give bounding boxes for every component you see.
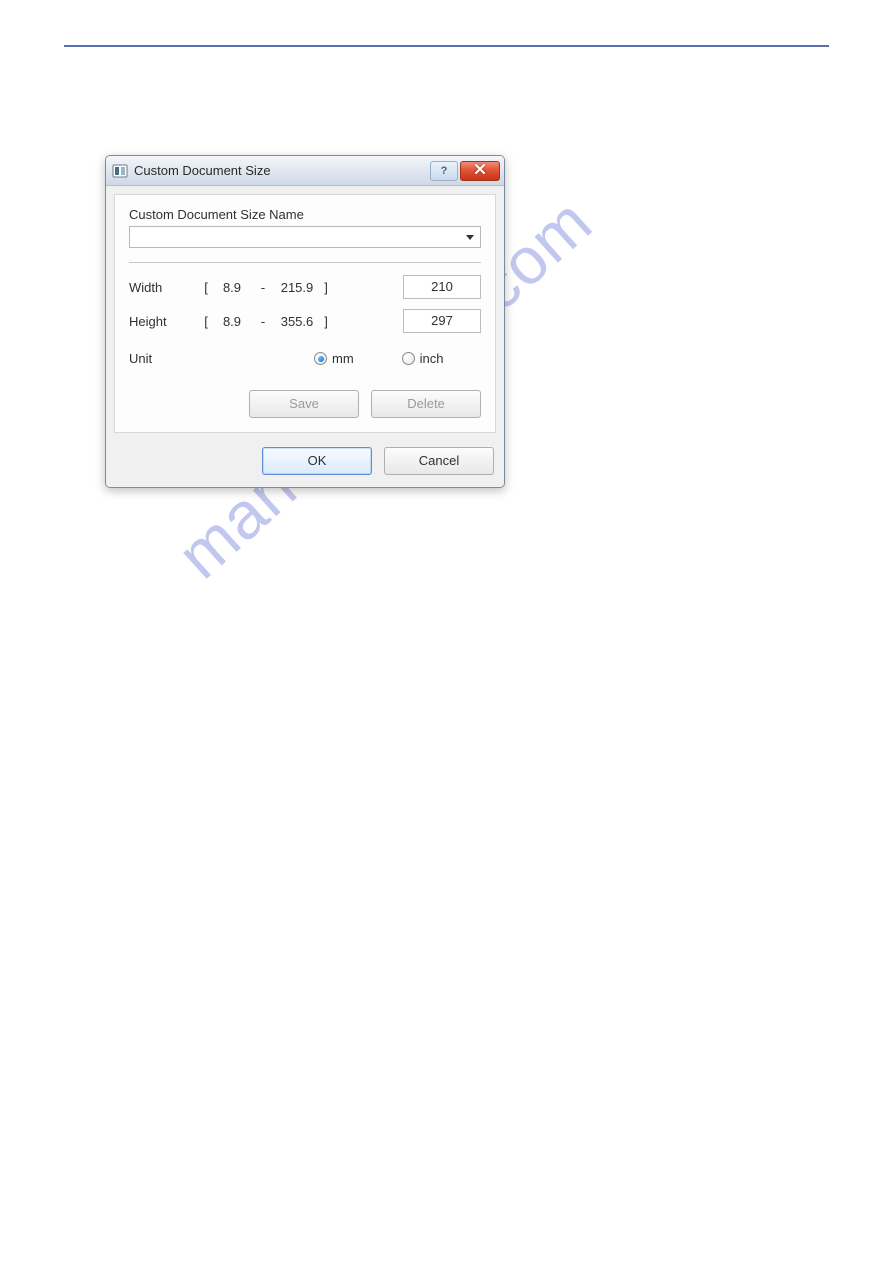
- height-input[interactable]: 297: [403, 309, 481, 333]
- unit-row: Unit mm inch: [129, 351, 481, 366]
- radio-icon: [402, 352, 415, 365]
- close-icon: [474, 164, 486, 177]
- unit-mm[interactable]: mm: [314, 351, 354, 366]
- unit-inch[interactable]: inch: [402, 351, 444, 366]
- unit-inch-label: inch: [420, 351, 444, 366]
- dialog-body: Custom Document Size Name Width [ 8.9 - …: [114, 194, 496, 433]
- dialog-title: Custom Document Size: [134, 163, 428, 178]
- inset-button-row: Save Delete: [129, 390, 481, 418]
- height-min: 8.9: [213, 314, 251, 329]
- unit-label: Unit: [129, 351, 199, 366]
- name-dropdown[interactable]: [129, 226, 481, 248]
- ok-button[interactable]: OK: [262, 447, 372, 475]
- divider: [129, 262, 481, 263]
- height-max: 355.6: [275, 314, 319, 329]
- width-label: Width: [129, 280, 199, 295]
- height-range: [ 8.9 - 355.6 ]: [199, 314, 333, 329]
- titlebar[interactable]: Custom Document Size ?: [106, 156, 504, 186]
- delete-button[interactable]: Delete: [371, 390, 481, 418]
- height-label: Height: [129, 314, 199, 329]
- custom-document-size-dialog: Custom Document Size ? Custom Document S…: [105, 155, 505, 488]
- help-button[interactable]: ?: [430, 161, 458, 181]
- name-label: Custom Document Size Name: [129, 207, 481, 222]
- dialog-footer: OK Cancel: [106, 441, 504, 487]
- width-input[interactable]: 210: [403, 275, 481, 299]
- page-top-rule: [64, 45, 829, 47]
- cancel-button[interactable]: Cancel: [384, 447, 494, 475]
- unit-mm-label: mm: [332, 351, 354, 366]
- height-row: Height [ 8.9 - 355.6 ] 297: [129, 309, 481, 333]
- app-icon: [112, 163, 128, 179]
- radio-icon: [314, 352, 327, 365]
- save-button[interactable]: Save: [249, 390, 359, 418]
- width-max: 215.9: [275, 280, 319, 295]
- width-range: [ 8.9 - 215.9 ]: [199, 280, 333, 295]
- width-min: 8.9: [213, 280, 251, 295]
- width-row: Width [ 8.9 - 215.9 ] 210: [129, 275, 481, 299]
- close-button[interactable]: [460, 161, 500, 181]
